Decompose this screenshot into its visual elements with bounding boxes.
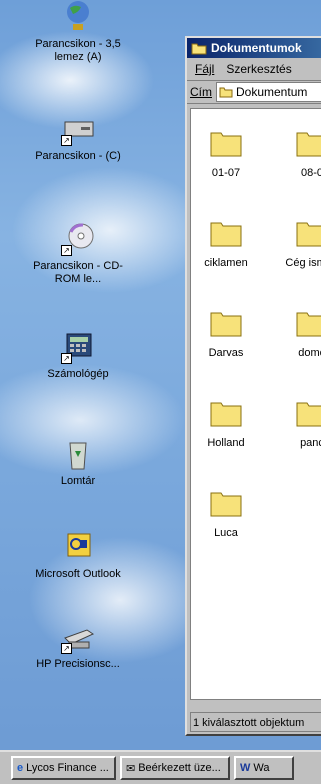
- folder-icon: [209, 309, 243, 337]
- taskbar-button-label: Lycos Finance ...: [26, 762, 109, 774]
- desktop-icon-label: Parancsikon - CD-ROM le...: [33, 260, 123, 285]
- shortcut-arrow-icon: ↗: [61, 135, 72, 146]
- desktop-icon-label: Parancsikon - 3,5 lemez (A): [35, 38, 121, 63]
- folder-item[interactable]: panc: [277, 399, 321, 450]
- desktop-icon-label: Lomtár: [60, 475, 96, 487]
- address-label: Cím: [190, 85, 212, 99]
- folder-item[interactable]: dome: [277, 309, 321, 360]
- status-bar: 1 kiválasztott objektum: [190, 712, 321, 732]
- word-icon: W: [240, 762, 251, 774]
- folder-label: ciklamen: [204, 257, 248, 269]
- desktop-icon-outlook[interactable]: Microsoft Outlook: [28, 530, 128, 581]
- hard-drive-icon: ↗: [61, 112, 95, 146]
- folder-label: Cég ismert: [285, 257, 321, 269]
- folder-item[interactable]: Darvas: [191, 309, 261, 360]
- shortcut-arrow-icon: ↗: [61, 353, 72, 364]
- scanner-icon: ↗: [61, 620, 95, 654]
- menu-bar: Fájl Szerkesztés: [187, 58, 321, 81]
- folder-label: panc: [300, 437, 321, 449]
- taskbar-button-inbox[interactable]: ✉ Beérkezett üze...: [120, 756, 230, 780]
- address-field[interactable]: Dokumentum: [216, 82, 321, 102]
- taskbar-button-lycos[interactable]: e Lycos Finance ...: [11, 756, 116, 780]
- desktop-icon-label: Számológép: [47, 368, 109, 380]
- taskbar: e Lycos Finance ... ✉ Beérkezett üze... …: [0, 750, 321, 784]
- folder-icon: [209, 219, 243, 247]
- folder-item[interactable]: 08-0: [277, 129, 321, 180]
- folder-item[interactable]: Holland: [191, 399, 261, 450]
- desktop-icon-label: HP Precisionsc...: [36, 658, 120, 670]
- recycle-bin-icon: [61, 437, 95, 471]
- menu-edit[interactable]: Szerkesztés: [226, 62, 291, 76]
- folder-label: Darvas: [208, 347, 244, 359]
- outlook-icon: [61, 530, 95, 564]
- folder-icon: [209, 399, 243, 427]
- desktop-icon-cdrom[interactable]: ↗ Parancsikon - CD-ROM le...: [28, 222, 128, 286]
- folder-label: Luca: [214, 527, 238, 539]
- shortcut-arrow-icon: ↗: [61, 245, 72, 256]
- taskbar-button-word[interactable]: W Wa: [234, 756, 294, 780]
- folder-icon: [295, 129, 321, 157]
- folder-icon: [295, 309, 321, 337]
- address-value: Dokumentum: [236, 85, 308, 99]
- folder-label: 01-07: [211, 167, 241, 179]
- taskbar-button-label: Beérkezett üze...: [138, 762, 221, 774]
- taskbar-button-label: Wa: [253, 762, 270, 774]
- desktop-icon-hp-precisionscan[interactable]: ↗ HP Precisionsc...: [28, 620, 128, 671]
- folder-item[interactable]: ciklamen: [191, 219, 261, 270]
- cdrom-icon: ↗: [61, 222, 95, 256]
- shortcut-arrow-icon: ↗: [61, 643, 72, 654]
- calculator-icon: ↗: [61, 330, 95, 364]
- folder-view[interactable]: 01-07 08-0 ciklamen Cég ismert Darvas do…: [190, 108, 321, 700]
- folder-icon: [219, 87, 233, 98]
- folder-icon: [295, 219, 321, 247]
- folder-item[interactable]: Cég ismert: [277, 219, 321, 270]
- folder-label: dome: [298, 347, 321, 359]
- desktop-icon-floppy[interactable]: Parancsikon - 3,5 lemez (A): [28, 0, 128, 64]
- desktop-icon-label: Microsoft Outlook: [35, 568, 121, 580]
- desktop-icon-label: Parancsikon - (C): [35, 150, 121, 162]
- desktop-icon-recycle-bin[interactable]: Lomtár: [28, 437, 128, 488]
- address-bar: Cím Dokumentum: [187, 81, 321, 104]
- window-title: Dokumentumok: [211, 41, 302, 55]
- folder-label: Holland: [207, 437, 245, 449]
- folder-item[interactable]: 01-07: [191, 129, 261, 180]
- window-titlebar[interactable]: Dokumentumok: [187, 38, 321, 58]
- folder-label: 08-0: [300, 167, 321, 179]
- explorer-window[interactable]: Dokumentumok Fájl Szerkesztés Cím Dokume…: [185, 36, 321, 736]
- internet-explorer-icon: e: [17, 762, 24, 774]
- desktop-icon-calculator[interactable]: ↗ Számológép: [28, 330, 128, 381]
- folder-icon: [191, 43, 207, 55]
- folder-icon: [209, 129, 243, 157]
- inbox-icon: ✉: [126, 762, 136, 775]
- globe-floppy-icon: [61, 0, 95, 34]
- desktop-icon-drive-c[interactable]: ↗ Parancsikon - (C): [28, 112, 128, 163]
- folder-icon: [209, 489, 243, 517]
- folder-icon: [295, 399, 321, 427]
- menu-file[interactable]: Fájl: [195, 62, 214, 76]
- folder-item[interactable]: Luca: [191, 489, 261, 540]
